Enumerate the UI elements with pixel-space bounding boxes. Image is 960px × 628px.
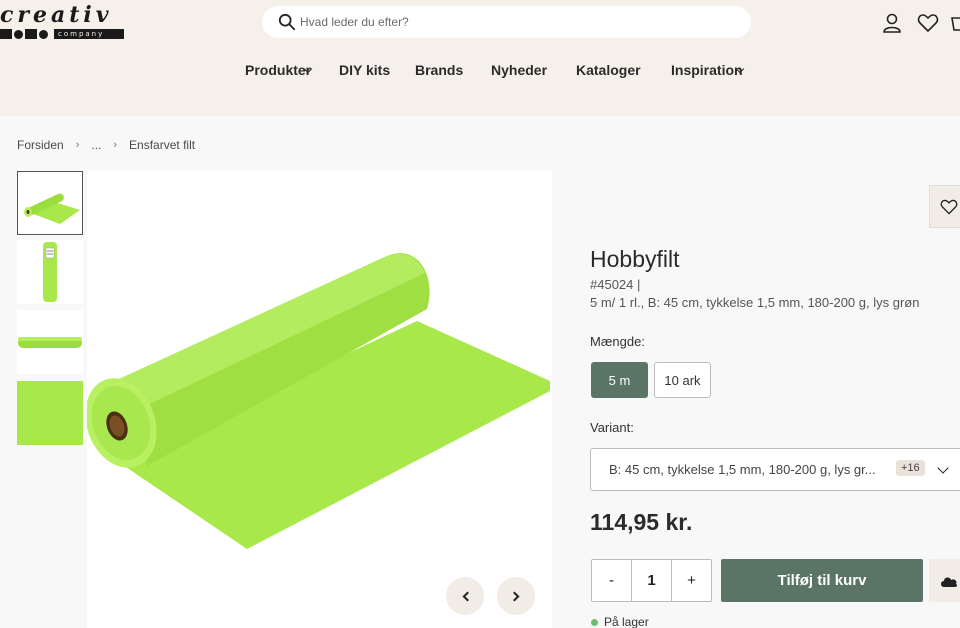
logo-block (25, 29, 37, 39)
thumbnail-felt-roll-packaged[interactable] (17, 240, 83, 304)
gallery-prev-button[interactable] (446, 577, 484, 615)
breadcrumb-ellipsis[interactable]: ... (91, 138, 101, 152)
site-header: creativ company Produkter DIY kits Brand… (0, 0, 960, 116)
search-icon[interactable] (278, 13, 296, 31)
nav-item-produkter[interactable]: Produkter (245, 62, 313, 78)
quantity-stepper: - 1 + (591, 559, 712, 602)
logo-dot (39, 29, 48, 39)
product-description: 5 m/ 1 rl., B: 45 cm, tykkelse 1,5 mm, 1… (590, 295, 920, 310)
logo-bar: company (0, 28, 124, 40)
quantity-label: Mængde: (590, 334, 645, 349)
stock-text: På lager (604, 615, 649, 628)
logo-wordmark: creativ (0, 2, 113, 28)
nav-item-kataloger[interactable]: Kataloger (576, 62, 641, 78)
chevron-left-icon (462, 591, 472, 601)
variant-value: B: 45 cm, tykkelse 1,5 mm, 180-200 g, ly… (609, 462, 876, 477)
nav-item-nyheder[interactable]: Nyheder (491, 62, 547, 78)
logo[interactable]: creativ company (0, 2, 140, 40)
favorite-button[interactable] (929, 185, 960, 228)
chevron-right-icon: › (75, 139, 80, 151)
thumbnail-felt-roll[interactable] (17, 171, 83, 235)
cart-icon[interactable] (950, 12, 960, 34)
product-main-image (85, 171, 552, 628)
logo-subtitle: company (54, 29, 124, 39)
chevron-right-icon (509, 591, 519, 601)
thumbnail-felt-swatch[interactable] (17, 381, 83, 445)
qty-decrease-button[interactable]: - (592, 560, 631, 601)
logo-dot (14, 29, 23, 39)
cloud-button[interactable] (929, 559, 960, 602)
nav-item-diy-kits[interactable]: DIY kits (339, 62, 390, 78)
variant-select[interactable]: B: 45 cm, tykkelse 1,5 mm, 180-200 g, ly… (590, 448, 960, 491)
chevron-right-icon: › (113, 139, 118, 151)
variant-label: Variant: (590, 420, 634, 435)
variant-count-badge: +16 (896, 460, 925, 476)
add-to-cart-button[interactable]: Tilføj til kurv (721, 559, 923, 602)
breadcrumb-home[interactable]: Forsiden (17, 138, 64, 152)
product-title: Hobbyfilt (590, 246, 680, 272)
felt-roll-image (24, 193, 80, 224)
quantity-option-5m[interactable]: 5 m (591, 362, 648, 398)
heart-icon[interactable] (917, 12, 939, 34)
product-sku: #45024 | (590, 277, 641, 292)
chevron-down-icon (937, 462, 949, 474)
nav-item-brands[interactable]: Brands (415, 62, 463, 78)
logo-block (0, 29, 12, 39)
thumbnail-felt-roll-side[interactable] (17, 310, 83, 374)
felt-roll-side-image (18, 337, 82, 348)
heart-icon (940, 199, 958, 214)
stock-indicator-icon (591, 618, 598, 626)
breadcrumb-current: Ensfarvet filt (129, 138, 196, 152)
cloud-icon (941, 576, 958, 587)
felt-roll-packaged-image (43, 242, 57, 302)
product-price: 114,95 kr. (590, 509, 693, 535)
quantity-option-10-ark[interactable]: 10 ark (654, 362, 711, 398)
search-bar[interactable] (262, 6, 751, 38)
nav-label: Produkter (245, 62, 312, 78)
nav-label: Inspiration (671, 62, 743, 78)
gallery-next-button[interactable] (497, 577, 535, 615)
user-icon[interactable] (881, 12, 903, 34)
main-nav: Produkter DIY kits Brands Nyheder Katalo… (0, 62, 960, 82)
felt-roll-image (85, 253, 550, 549)
breadcrumb: Forsiden › ... › Ensfarvet filt (17, 138, 195, 152)
qty-input[interactable]: 1 (631, 560, 672, 601)
qty-increase-button[interactable]: + (672, 560, 711, 601)
nav-item-inspiration[interactable]: Inspiration (671, 62, 744, 78)
search-input[interactable] (300, 15, 720, 29)
stock-status: På lager (591, 615, 649, 628)
